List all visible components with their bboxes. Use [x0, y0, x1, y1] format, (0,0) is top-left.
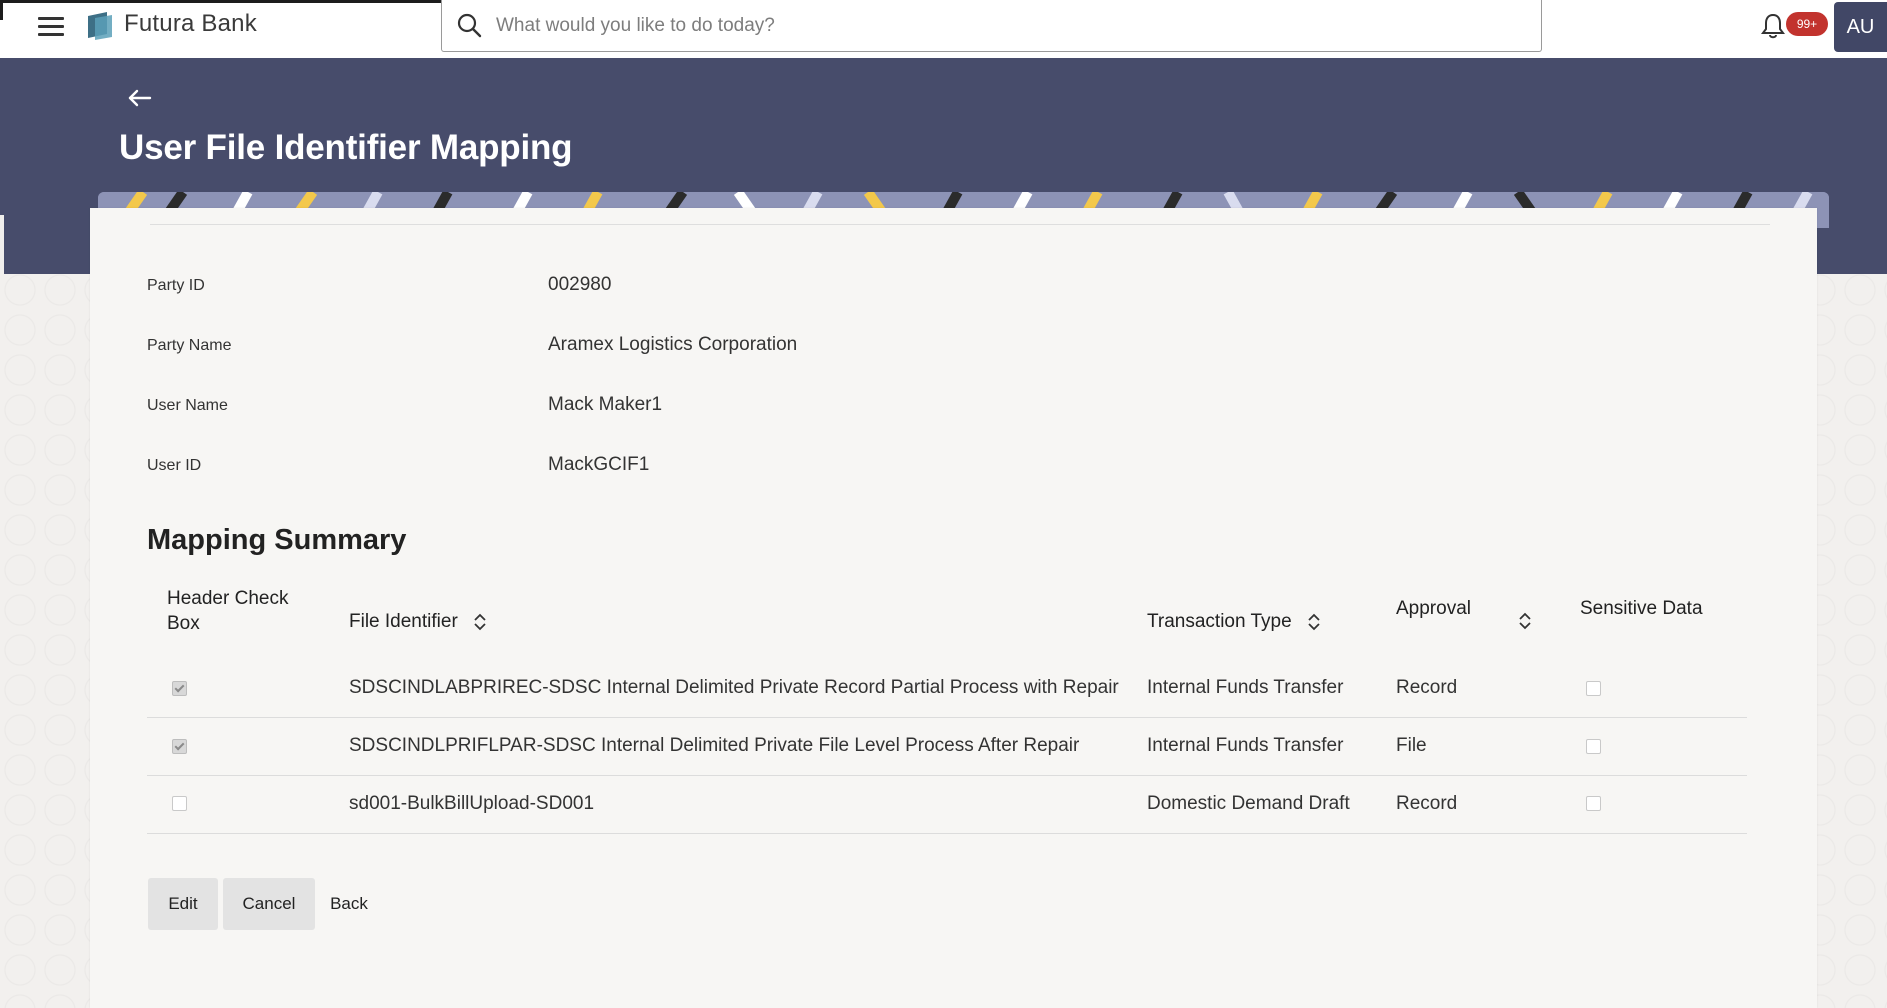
row-checkbox[interactable] [172, 681, 187, 696]
details-card: Party ID 002980 Party Name Aramex Logist… [90, 208, 1817, 1008]
global-search[interactable] [441, 0, 1542, 52]
search-icon [457, 13, 482, 38]
notification-bell-icon[interactable] [1760, 12, 1786, 40]
party-id-label: Party ID [147, 277, 205, 294]
search-input[interactable] [494, 9, 1518, 43]
back-arrow-icon[interactable] [126, 84, 154, 112]
table-row: SDSCINDLABPRIREC-SDSC Internal Delimited… [147, 660, 1747, 718]
sort-icon[interactable] [473, 613, 487, 631]
user-id-value: MackGCIF1 [548, 454, 650, 475]
page-title: User File Identifier Mapping [119, 128, 573, 167]
approval-column-header[interactable]: Approval [1396, 598, 1496, 622]
hamburger-menu-icon[interactable] [38, 15, 66, 37]
party-name-value: Aramex Logistics Corporation [548, 334, 798, 355]
row-checkbox[interactable] [172, 739, 187, 754]
sensitive-data-checkbox[interactable] [1586, 796, 1601, 811]
back-button[interactable]: Back [322, 878, 376, 930]
sort-icon[interactable] [1518, 612, 1532, 630]
header-checkbox-column: Header Check Box [167, 588, 289, 634]
notification-badge[interactable]: 99+ [1786, 12, 1828, 36]
table-row: SDSCINDLPRIFLPAR-SDSC Internal Delimited… [147, 718, 1747, 776]
transaction-type-cell: Internal Funds Transfer [1147, 677, 1344, 698]
bank-logo-icon [88, 12, 112, 40]
sort-icon[interactable] [1307, 613, 1321, 631]
approval-cell: Record [1396, 677, 1458, 698]
sensitive-data-checkbox[interactable] [1586, 739, 1601, 754]
mapping-summary-title: Mapping Summary [147, 524, 407, 556]
transaction-type-cell: Internal Funds Transfer [1147, 735, 1344, 756]
file-identifier-cell: SDSCINDLPRIFLPAR-SDSC Internal Delimited… [349, 735, 1080, 756]
approval-cell: File [1396, 735, 1427, 756]
row-checkbox[interactable] [172, 796, 187, 811]
edit-button[interactable]: Edit [148, 878, 218, 930]
user-name-label: User Name [147, 397, 228, 414]
file-identifier-column-header[interactable]: File Identifier [349, 611, 487, 633]
table-row: sd001-BulkBillUpload-SD001 Domestic Dema… [147, 776, 1747, 834]
user-id-label: User ID [147, 457, 202, 474]
user-avatar[interactable]: AU [1834, 2, 1887, 52]
party-name-label: Party Name [147, 337, 232, 354]
brand-name: Futura Bank [124, 10, 257, 37]
transaction-type-column-header[interactable]: Transaction Type [1147, 611, 1321, 633]
sensitive-data-checkbox[interactable] [1586, 681, 1601, 696]
file-identifier-cell: sd001-BulkBillUpload-SD001 [349, 793, 595, 814]
top-bar: Futura Bank 99+ AU [0, 0, 1887, 58]
loading-bar-edge [0, 0, 3, 20]
file-identifier-cell: SDSCINDLABPRIREC-SDSC Internal Delimited… [349, 677, 1119, 698]
approval-cell: Record [1396, 793, 1458, 814]
party-id-value: 002980 [548, 274, 612, 295]
cancel-button[interactable]: Cancel [223, 878, 315, 930]
user-name-value: Mack Maker1 [548, 394, 663, 415]
sensitive-data-column-header: Sensitive Data [1580, 598, 1703, 619]
transaction-type-cell: Domestic Demand Draft [1147, 793, 1350, 814]
